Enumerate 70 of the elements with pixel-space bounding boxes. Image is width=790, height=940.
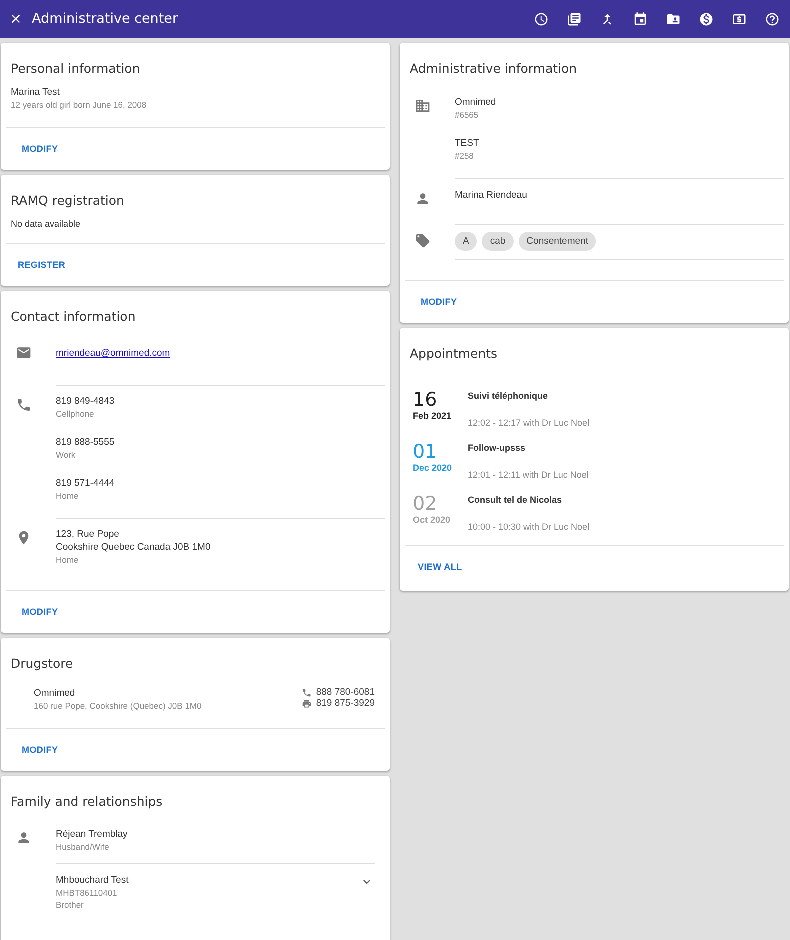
modify-button[interactable]: MODIFY: [22, 607, 58, 617]
organization-number: #258: [455, 150, 475, 162]
organization-number: #6565: [455, 109, 480, 121]
documents-icon[interactable]: [566, 11, 582, 27]
phone-number: 819 571-4444: [56, 477, 116, 490]
tag-chip: Consentement: [518, 232, 596, 251]
card-title: Family and relationships: [11, 794, 164, 809]
address-line: 123, Rue Pope: [56, 528, 120, 541]
appointment-month: Dec 2020: [413, 463, 454, 473]
drugstore-address: 160 rue Pope, Cookshire (Quebec) J0B 1M0: [34, 700, 203, 712]
empty-message: No data available: [11, 218, 82, 231]
printer-icon: [302, 698, 312, 708]
appointment-month: Oct 2020: [413, 515, 452, 525]
card-title: RAMQ registration: [11, 193, 126, 208]
person-icon: [415, 191, 431, 207]
relative-name: Réjean Tremblay: [56, 828, 129, 841]
card-title: Contact information: [11, 309, 137, 324]
tag-chip: cab: [482, 232, 514, 251]
close-icon: [9, 12, 23, 26]
appointment-day: 01: [413, 441, 468, 463]
relative-name: Mhbouchard Test: [56, 874, 130, 887]
clock-icon[interactable]: [533, 11, 549, 27]
contact-label: Home: [56, 554, 80, 566]
page-title: Administrative center: [32, 11, 179, 27]
email-link[interactable]: mriendeau@omnimed.com: [56, 348, 170, 359]
card-title: Personal information: [11, 61, 142, 76]
relative-code: MHBT86110401: [56, 887, 118, 899]
appointment-month: Feb 2021: [413, 411, 453, 421]
fax-number: 819 875-3929: [316, 698, 375, 709]
appointment-time: 10:00 - 10:30 with Dr Luc Noel: [468, 522, 590, 532]
help-icon[interactable]: [764, 11, 780, 27]
contact-label: Work: [56, 449, 77, 461]
appointment-day: 16: [413, 389, 468, 411]
tag-icon: [415, 233, 431, 249]
card-title: Drugstore: [11, 656, 74, 671]
phone-number: 819 849-4843: [56, 395, 116, 408]
card-title: Administrative information: [410, 61, 578, 76]
modify-button[interactable]: MODIFY: [22, 144, 58, 154]
appointment-time: 12:02 - 12:17 with Dr Luc Noel: [468, 418, 590, 428]
person-icon: [16, 830, 32, 846]
building-icon: [415, 98, 431, 114]
address-line: Cookshire Quebec Canada J0B 1M0: [56, 541, 212, 554]
drugstore-name: Omnimed: [34, 687, 76, 700]
patient-name: Marina Test: [11, 86, 61, 99]
appointment-day: 02: [413, 493, 468, 515]
appointment-title: Consult tel de Nicolas: [468, 495, 564, 507]
register-button[interactable]: REGISTER: [18, 260, 66, 270]
dollar-coin-icon[interactable]: [698, 11, 714, 27]
modify-button[interactable]: MODIFY: [421, 297, 458, 307]
card-title: Appointments: [410, 346, 499, 361]
view-all-button[interactable]: VIEW ALL: [418, 562, 462, 572]
tag-chip: A: [455, 232, 478, 251]
patient-details: 12 years old girl born June 16, 2008: [11, 99, 148, 111]
calendar-icon[interactable]: [632, 11, 648, 27]
contact-label: Cellphone: [56, 408, 96, 420]
contact-label: Home: [56, 490, 80, 502]
person-name: Marina Riendeau: [455, 189, 528, 202]
appointment-time: 12:01 - 12:11 with Dr Luc Noel: [468, 470, 589, 480]
appointment-title: Suivi téléphonique: [468, 391, 550, 403]
phone-icon: [302, 688, 312, 698]
relationship: Brother: [56, 899, 85, 911]
organization-name: TEST: [455, 137, 480, 150]
phone-icon: [16, 397, 32, 413]
modify-button[interactable]: MODIFY: [22, 745, 58, 755]
email-icon: [16, 345, 32, 361]
phone-number: 888 780-6081: [316, 687, 375, 698]
relationship: Husband/Wife: [56, 841, 110, 853]
organization-name: Omnimed: [455, 96, 498, 109]
appointment-title: Follow-upsss: [468, 443, 527, 455]
phone-number: 819 888-5555: [56, 436, 116, 449]
